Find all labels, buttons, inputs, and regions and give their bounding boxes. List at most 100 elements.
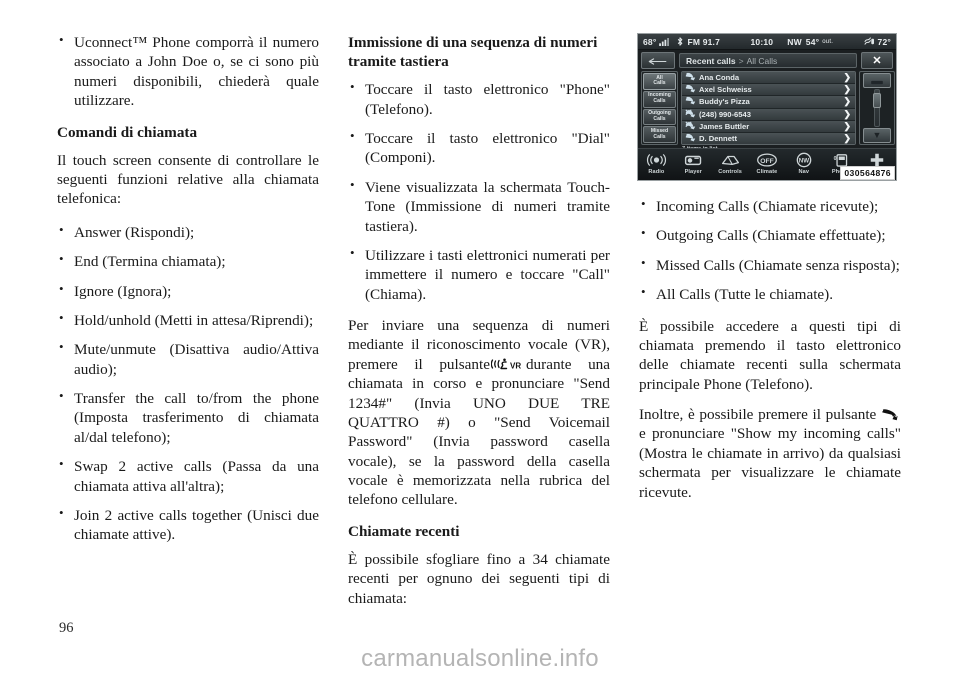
list-item: Utilizzare i tasti elettronici numerati …: [348, 245, 610, 304]
media-player-icon: [683, 151, 704, 168]
call-controls-list: Answer (Rispondi); End (Termina chiamata…: [57, 222, 319, 545]
list-item: Toccare il tasto elettronico "Dial" (Com…: [348, 128, 610, 168]
status-radio-band: FM 91.7: [687, 36, 721, 47]
list-item: Join 2 active calls together (Unisci due…: [57, 505, 319, 545]
svg-text:VR: VR: [510, 361, 521, 370]
incoming-call-icon: [685, 84, 696, 95]
toolbar-label: Radio: [648, 169, 665, 175]
toolbar-item-nav[interactable]: NW Nav: [788, 151, 819, 175]
list-item: All Calls (Tutte le chiamate).: [639, 284, 901, 304]
call-types-list: Incoming Calls (Chiamate ricevute); Outg…: [639, 196, 901, 305]
breadcrumb-title: Recent calls: [686, 55, 736, 66]
toolbar-item-climate[interactable]: OFF Climate: [751, 151, 782, 175]
section-heading-immissione-sequenza: Immissione di una sequenza di numeri tra…: [348, 34, 598, 71]
list-item: Answer (Rispondi);: [57, 222, 319, 242]
climate-off-icon: OFF: [756, 151, 778, 168]
tab-outgoing-calls[interactable]: Outgoing Calls: [643, 108, 676, 126]
uconnect-screen-figure: 68° FM 91.7 10:10 NW 54° out. 72° Recent…: [637, 33, 897, 181]
tab-incoming-calls[interactable]: Incoming Calls: [643, 90, 676, 108]
recent-calls-panel: All Calls Incoming Calls Outgoing Calls …: [641, 71, 895, 145]
tab-label-line2: Calls: [653, 133, 666, 140]
status-outside-label: out.: [822, 38, 834, 45]
section-heading-comandi-di-chiamata: Comandi di chiamata: [57, 123, 198, 141]
table-row[interactable]: (248) 990-6543 ❯: [682, 108, 855, 121]
tab-label-line2: Calls: [653, 80, 666, 87]
table-row[interactable]: Buddy's Pizza ❯: [682, 96, 855, 109]
scrollbar[interactable]: ▼: [859, 71, 895, 145]
status-clock: 10:10: [750, 36, 774, 47]
list-item: Viene visualizzata la schermata Touch-To…: [348, 177, 610, 236]
vr-paragraph: Per inviare una sequenza di numeri media…: [348, 316, 610, 510]
middle-column: Immissione di una sequenza di numeri tra…: [348, 33, 610, 610]
toolbar-item-radio[interactable]: Radio: [641, 151, 672, 175]
back-button[interactable]: [641, 52, 675, 69]
call-entry-name: (248) 990-6543: [699, 109, 751, 119]
call-type-tab-strip: All Calls Incoming Calls Outgoing Calls …: [641, 71, 678, 145]
voice-recognition-button-icon: VR: [490, 357, 525, 371]
back-arrow-icon: [648, 52, 668, 70]
svg-text:OFF: OFF: [760, 157, 774, 164]
page-number: 96: [59, 620, 74, 636]
manual-page: Uconnect™ Phone comporrà il numero assoc…: [0, 0, 960, 678]
close-button[interactable]: ✕: [861, 52, 893, 69]
breadcrumb[interactable]: Recent calls > All Calls: [679, 53, 857, 68]
watermark: carmanualsonline.info: [361, 645, 599, 672]
list-item: Swap 2 active calls (Passa da una chiama…: [57, 456, 319, 496]
toolbar-label: Player: [684, 169, 702, 175]
call-entry-name: Axel Schweiss: [699, 85, 752, 95]
table-row[interactable]: Axel Schweiss ❯: [682, 84, 855, 97]
toolbar-item-player[interactable]: Player: [678, 151, 709, 175]
chevron-right-icon: ❯: [843, 96, 851, 107]
table-row[interactable]: Ana Conda ❯: [682, 72, 855, 85]
svg-text:NW: NW: [799, 157, 809, 164]
list-item: Hold/unhold (Metti in attesa/Riprendi);: [57, 310, 319, 330]
status-temperature: 68°: [643, 36, 657, 47]
chevron-right-icon: ❯: [843, 72, 851, 83]
scroll-up-button[interactable]: [863, 73, 891, 88]
bluetooth-icon: [676, 37, 684, 46]
close-icon: ✕: [872, 55, 882, 67]
vr-paragraph-text-after: durante una chiamata in corso e pronunci…: [348, 355, 610, 509]
breadcrumb-separator: >: [738, 55, 744, 66]
toolbar-item-controls[interactable]: Controls: [715, 151, 746, 175]
svg-text:0: 0: [834, 156, 837, 162]
right-paragraph-2-before: Inoltre, è possibile premere il pulsante: [639, 406, 877, 423]
list-item: Incoming Calls (Chiamate ricevute);: [639, 196, 901, 216]
breadcrumb-subtitle: All Calls: [746, 55, 778, 66]
list-item: Toccare il tasto elettronico "Phone" (Te…: [348, 79, 610, 119]
section-heading-chiamate-recenti: Chiamate recenti: [348, 522, 460, 540]
table-row[interactable]: D. Dennett ❯: [682, 132, 855, 144]
tab-missed-calls[interactable]: Missed Calls: [643, 126, 676, 143]
missed-call-icon: [685, 121, 696, 132]
right-paragraph-2: Inoltre, è possibile premere il pulsante…: [639, 405, 901, 502]
tab-all-calls[interactable]: All Calls: [643, 73, 676, 90]
scroll-thumb[interactable]: [873, 93, 881, 108]
keypad-sequence-list: Toccare il tasto elettronico "Phone" (Te…: [348, 79, 610, 304]
recent-calls-list[interactable]: Ana Conda ❯ Axel Schweiss ❯ Buddy's Pizz…: [681, 71, 856, 145]
incoming-call-icon: [685, 133, 696, 144]
missed-call-icon: [685, 109, 696, 120]
phone-handset-icon: [881, 407, 898, 421]
radio-status-bar: 68° FM 91.7 10:10 NW 54° out. 72°: [638, 34, 896, 50]
scroll-down-button[interactable]: ▼: [863, 128, 891, 143]
toolbar-label: Nav: [798, 169, 810, 175]
table-row[interactable]: James Buttler ❯: [682, 120, 855, 133]
call-entry-name: Ana Conda: [699, 73, 740, 83]
left-paragraph: Il touch screen consente di controllare …: [57, 151, 319, 208]
scroll-up-icon: [870, 72, 884, 90]
chevron-right-icon: ❯: [843, 120, 851, 131]
tab-label-line2: Calls: [653, 115, 666, 122]
status-cabin-group: 72°: [864, 37, 891, 47]
toolbar-label: Climate: [756, 169, 778, 175]
call-entry-name: James Buttler: [699, 121, 750, 131]
status-outside-temperature: 54°: [805, 36, 820, 47]
list-item: End (Termina chiamata);: [57, 251, 319, 271]
chevron-right-icon: ❯: [843, 133, 851, 144]
figure-id-label: 030564876: [840, 166, 895, 180]
scroll-track[interactable]: [873, 89, 881, 127]
incoming-call-icon: [685, 72, 696, 83]
chevron-right-icon: ❯: [843, 84, 851, 95]
